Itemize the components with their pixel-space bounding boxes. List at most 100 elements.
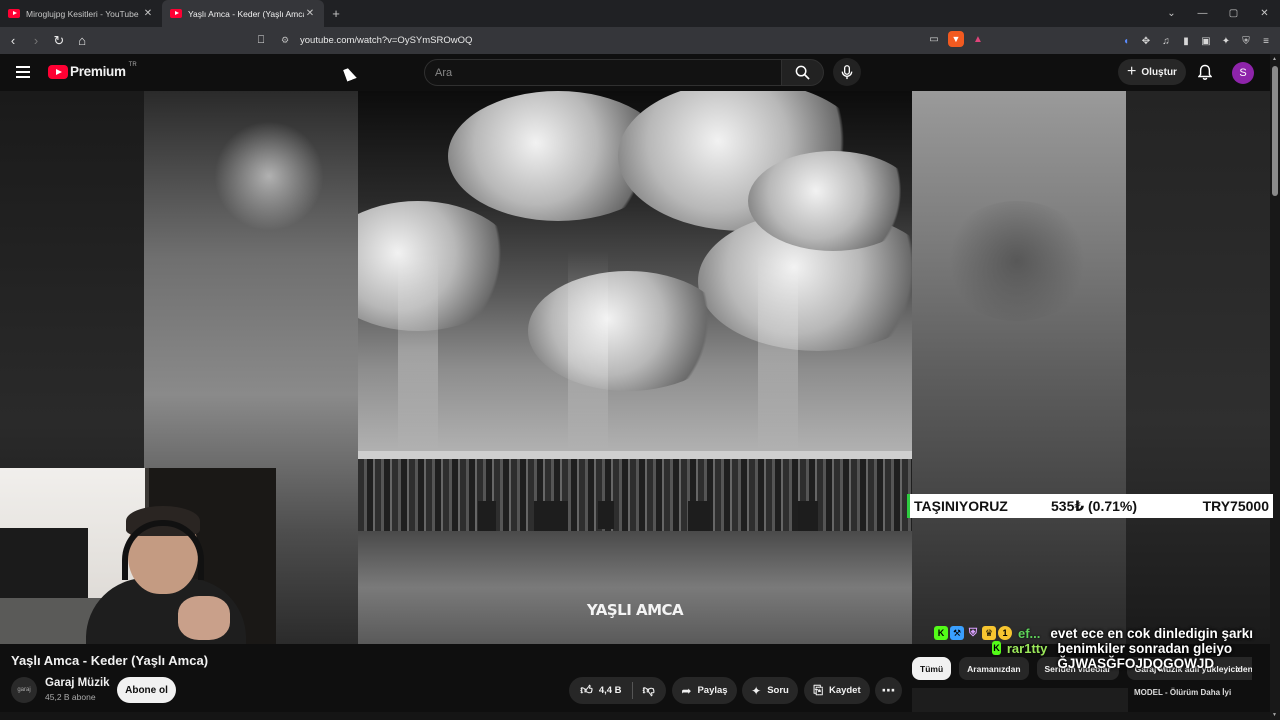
chat-username: ef... [1018, 626, 1041, 641]
tab-close-icon[interactable]: ✕ [304, 8, 316, 19]
sidebar-icon[interactable]: ▮ [1178, 33, 1194, 49]
video-player[interactable]: YAŞLI AMCA [0, 91, 1270, 644]
scrollbar-thumb[interactable] [1272, 66, 1278, 196]
new-tab-button[interactable]: + [324, 0, 348, 27]
thumbs-down-icon: 👎︎ [642, 683, 655, 697]
like-dislike-group: 👍︎ 4,4 B 👎︎ [569, 677, 666, 704]
rain-streak [758, 251, 798, 451]
browser-tab-active[interactable]: Yaşlı Amca - Keder (Yaşlı Amca) ✕ [162, 0, 324, 27]
wallet-card-icon[interactable]: ▣ [1198, 33, 1214, 49]
thumbs-up-icon: 👍︎ [580, 683, 593, 697]
tab-title: Yaşlı Amca - Keder (Yaşlı Amca) [188, 8, 304, 19]
youtube-premium-logo[interactable]: Premium TR [48, 61, 137, 79]
cloud [528, 271, 728, 391]
save-label: Kaydet [828, 685, 861, 696]
tower [478, 501, 496, 531]
search-box[interactable] [424, 59, 782, 86]
url-text[interactable]: youtube.com/watch?v=OySYmSROwOQ [300, 35, 472, 46]
chat-message: K ⚒ ⛨ ♛ 1 ef... evet ece en cok dinledig… [934, 626, 1270, 641]
bookmark-icon: ⎘ [813, 683, 823, 697]
stream-chat-overlay: K ⚒ ⛨ ♛ 1 ef... evet ece en cok dinledig… [934, 626, 1270, 671]
home-icon[interactable]: ⌂ [72, 31, 92, 51]
search-icon [795, 65, 810, 80]
youtube-header: Premium TR + Oluştur S [0, 54, 1270, 91]
brave-rewards-icon[interactable]: ▲ [970, 31, 986, 47]
ticker-label: TAŞINIYORUZ [914, 498, 1008, 514]
music-icon[interactable]: ♫ [1158, 33, 1174, 49]
dislike-button[interactable]: 👎︎ [633, 677, 665, 704]
artwork-ground [358, 531, 912, 644]
share-button[interactable]: ➦ Paylaş [672, 677, 737, 704]
share-label: Paylaş [697, 685, 728, 696]
voice-search-button[interactable] [833, 58, 861, 86]
channel-avatar[interactable]: garaj [11, 677, 37, 703]
scroll-up-icon[interactable]: ▲ [1272, 56, 1277, 62]
back-icon[interactable]: ‹ [3, 31, 23, 51]
crown-badge-icon: ♛ [982, 626, 996, 640]
subscriber-count: 45,2 B abone [45, 692, 96, 702]
leo-ai-icon[interactable]: ✦ [1218, 33, 1234, 49]
recommended-video-title[interactable]: MODEL - Ölürüm Daha İyi [1134, 688, 1231, 697]
share-icon: ➦ [681, 683, 692, 698]
browser-tab[interactable]: Miroglujpg Kesitleri - YouTube ✕ [0, 0, 162, 27]
tab-close-icon[interactable]: ✕ [142, 8, 154, 19]
browser-tab-strip: Miroglujpg Kesitleri - YouTube ✕ Yaşlı A… [0, 0, 1280, 27]
extension-toolbar: ◖ ✥ ♫ ▮ ▣ ✦ ⛨ ≡ [1118, 31, 1274, 51]
ambient-blur-right [912, 91, 1126, 644]
bookmark-icon[interactable]: ⎕ [252, 34, 270, 47]
country-code: TR [128, 61, 137, 68]
channel-name[interactable]: Garaj Müzik [45, 677, 110, 689]
search-button[interactable] [782, 59, 824, 86]
subscribe-button[interactable]: Abone ol [117, 677, 176, 703]
ticker-change: 535₺ (0.71%) [1051, 497, 1138, 514]
maximize-icon[interactable]: ▢ [1218, 0, 1249, 27]
site-info-icon[interactable]: ⚙ [276, 35, 294, 46]
ask-label: Soru [767, 685, 789, 696]
cloud [748, 151, 912, 251]
chat-username: rar1tty [1006, 641, 1048, 656]
close-window-icon[interactable]: ✕ [1249, 0, 1280, 27]
streamer-hands [178, 596, 230, 640]
cast-icon[interactable]: ▭ [926, 31, 942, 47]
kick-badge-icon: K [992, 641, 1001, 655]
microphone-icon [841, 64, 853, 79]
search-input[interactable] [425, 60, 781, 85]
page-scrollbar[interactable]: ▲ ▼ [1270, 54, 1280, 720]
menu-icon[interactable]: ≡ [1258, 33, 1274, 49]
moderator-badge-icon: ⚒ [950, 626, 964, 640]
save-button[interactable]: ⎘ Kaydet [804, 677, 870, 704]
tower [598, 501, 614, 529]
wallet-icon[interactable]: ◖ [1118, 33, 1134, 49]
create-button[interactable]: + Oluştur [1118, 59, 1186, 85]
video-title: Yaşlı Amca - Keder (Yaşlı Amca) [11, 653, 209, 668]
extensions-icon[interactable]: ✥ [1138, 33, 1154, 49]
webcam-monitor [0, 528, 88, 598]
minimize-icon[interactable]: — [1187, 0, 1218, 27]
logo-text: Premium [70, 64, 126, 79]
ticker-total: TRY75000 [1202, 498, 1269, 514]
address-bar-actions: ▭ ▼ ▲ [926, 31, 986, 47]
reload-icon[interactable]: ↻ [49, 31, 69, 51]
youtube-favicon-icon [8, 9, 20, 18]
scroll-down-icon[interactable]: ▼ [1272, 712, 1277, 718]
inverted-city-skyline [358, 459, 912, 539]
artwork-title: YAŞLI AMCA [586, 601, 684, 619]
donation-ticker: TAŞINIYORUZ 535₺ (0.71%) TRY75000 [907, 494, 1273, 518]
vpn-icon[interactable]: ⛨ [1238, 33, 1254, 49]
address-bar[interactable]: ⎕ ⚙ youtube.com/watch?v=OySYmSROwOQ [252, 30, 998, 51]
ask-button[interactable]: ✦ Soru [742, 677, 798, 704]
sub-badge-icon: 1 [998, 626, 1012, 640]
bell-icon [1198, 64, 1212, 80]
tab-search-icon[interactable]: ⌄ [1156, 0, 1187, 27]
create-label: Oluştur [1141, 66, 1177, 78]
account-avatar[interactable]: S [1232, 62, 1254, 84]
more-actions-button[interactable]: ⋯ [875, 677, 902, 704]
brave-shields-icon[interactable]: ▼ [948, 31, 964, 47]
tower [798, 501, 818, 531]
forward-icon[interactable]: › [26, 31, 46, 51]
notifications-button[interactable] [1194, 61, 1216, 83]
menu-icon[interactable] [16, 66, 30, 78]
like-button[interactable]: 👍︎ 4,4 B [570, 677, 631, 704]
like-count: 4,4 B [598, 685, 622, 696]
plus-icon: + [1127, 63, 1137, 80]
